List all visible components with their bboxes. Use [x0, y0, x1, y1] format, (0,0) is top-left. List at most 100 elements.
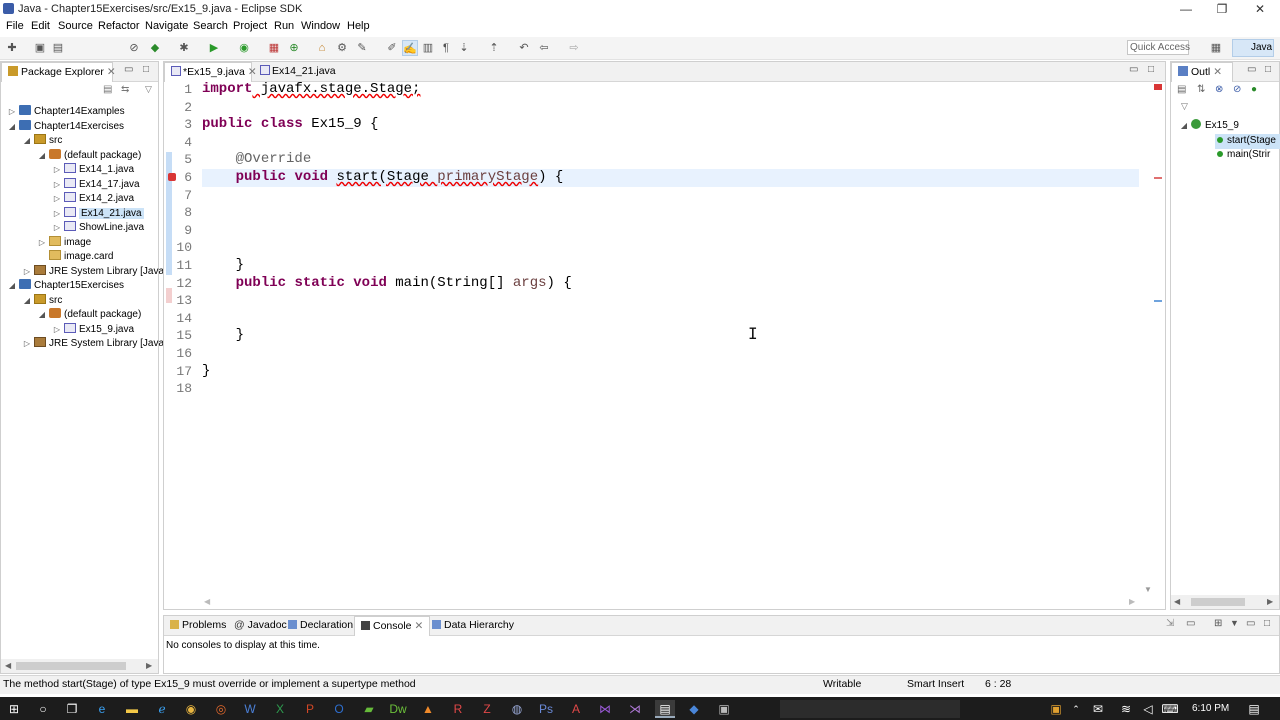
maximize-view-icon[interactable]: □	[1264, 618, 1270, 629]
collapse-icon[interactable]: ◢	[1179, 119, 1189, 134]
collapse-icon[interactable]: ◢	[37, 149, 47, 164]
outline-class-item[interactable]: ◢ Ex15_9	[1179, 119, 1239, 134]
display-console-icon[interactable]: ▭	[1186, 618, 1195, 629]
expand-icon[interactable]: ▷	[52, 207, 62, 222]
close-icon[interactable]: ✕	[1213, 66, 1222, 78]
tree-item-selected[interactable]: ▷ Ex14_21.java	[1, 206, 158, 222]
open-type-icon[interactable]: ⌂	[314, 40, 330, 56]
show-whitespace-icon[interactable]: ¶	[438, 40, 454, 56]
scroll-left-icon[interactable]: ◀	[204, 597, 210, 606]
open-console-icon[interactable]: ⊞	[1214, 618, 1222, 629]
open-perspective-icon[interactable]: ▦	[1208, 40, 1224, 56]
filezilla-icon[interactable]: Z	[477, 700, 497, 718]
save-all-icon[interactable]: ▤	[50, 40, 66, 56]
app-icon[interactable]: ▣	[714, 700, 734, 718]
dreamweaver-icon[interactable]: Dw	[388, 700, 408, 718]
expand-icon[interactable]: ▷	[52, 221, 62, 236]
search-icon[interactable]: ✎	[354, 40, 370, 56]
firefox-icon[interactable]: ◎	[211, 700, 231, 718]
scrollbar-thumb[interactable]	[16, 662, 126, 670]
tree-item[interactable]: ▷ Ex14_2.java	[1, 192, 158, 207]
menu-refactor[interactable]: Refactor	[98, 20, 140, 32]
cortana-search-icon[interactable]: ○	[33, 700, 53, 718]
error-overview-line-marker[interactable]	[1154, 177, 1162, 179]
outline-member[interactable]: main(Strir	[1215, 148, 1280, 163]
menu-navigate[interactable]: Navigate	[145, 20, 188, 32]
eclipse-taskbar-icon[interactable]: ▤	[655, 700, 675, 718]
tab-console[interactable]: Console ✕	[354, 616, 431, 636]
scroll-right-icon[interactable]: ▶	[146, 661, 152, 670]
back-icon[interactable]: ⇦	[536, 40, 552, 56]
collapse-icon[interactable]: ◢	[7, 279, 17, 294]
horizontal-scrollbar[interactable]: ◀ ▶	[1, 659, 158, 673]
tree-item[interactable]: ▷ Ex14_17.java	[1, 177, 158, 193]
keyboard-icon[interactable]: ⌨	[1160, 700, 1180, 718]
vs-code-icon[interactable]: ⋊	[625, 700, 645, 718]
internet-explorer-icon[interactable]: ℯ	[152, 700, 172, 718]
wifi-icon[interactable]: ≋	[1116, 700, 1136, 718]
show-hidden-icons-icon[interactable]: ⌃	[1066, 700, 1086, 718]
previous-annotation-icon[interactable]: ⇡	[486, 40, 502, 56]
expand-icon[interactable]: ▷	[22, 265, 32, 280]
notepadpp-icon[interactable]: ▰	[359, 700, 379, 718]
maximize-view-icon[interactable]: □	[1148, 64, 1154, 75]
excel-icon[interactable]: X	[270, 700, 290, 718]
tab-problems[interactable]: Problems	[164, 616, 232, 636]
expand-icon[interactable]: ▷	[52, 323, 62, 338]
tree-item[interactable]: ▷ Ex15_9.java	[1, 322, 158, 338]
view-menu-icon[interactable]: ▽	[1181, 101, 1188, 112]
forward-icon[interactable]: ⇨	[566, 40, 582, 56]
new-java-project-icon[interactable]: ◆	[147, 40, 163, 56]
tab-ex14-21[interactable]: Ex14_21.java	[254, 62, 336, 82]
menu-source[interactable]: Source	[58, 20, 93, 32]
link-with-editor-icon[interactable]: ⇆	[121, 84, 129, 95]
collapse-icon[interactable]: ◢	[22, 294, 32, 309]
tree-item[interactable]: ▷ Chapter14Examples	[1, 105, 158, 120]
java-perspective-button[interactable]: Java	[1232, 39, 1274, 57]
menu-project[interactable]: Project	[233, 20, 267, 32]
error-overview-marker[interactable]	[1154, 84, 1162, 90]
minimize-view-icon[interactable]: ▭	[1246, 618, 1255, 629]
tree-item[interactable]: ◢ src	[1, 293, 158, 309]
collapse-all-icon[interactable]: ▤	[103, 84, 112, 95]
restore-button[interactable]: ❐	[1204, 0, 1240, 18]
tab-outline[interactable]: Outl ✕	[1171, 62, 1233, 82]
tab-declaration[interactable]: Declaration	[282, 616, 359, 636]
open-task-icon[interactable]: ⚙	[334, 40, 350, 56]
skip-breakpoints-icon[interactable]: ⊘	[126, 40, 142, 56]
minimize-view-icon[interactable]: ▭	[1247, 64, 1256, 75]
menu-run[interactable]: Run	[274, 20, 294, 32]
expand-icon[interactable]: ▷	[37, 236, 47, 251]
collapse-all-icon[interactable]: ▤	[1177, 84, 1186, 95]
scrollbar-thumb[interactable]	[1191, 598, 1245, 606]
volume-icon[interactable]: ◁	[1138, 700, 1158, 718]
scroll-down-icon[interactable]: ▼	[1144, 585, 1152, 594]
hide-non-public-icon[interactable]: ●	[1251, 84, 1257, 95]
menu-window[interactable]: Window	[301, 20, 340, 32]
new-class-icon[interactable]: ⊕	[286, 40, 302, 56]
tree-item[interactable]: ▷ JRE System Library [JavaS	[1, 337, 171, 352]
menu-search[interactable]: Search	[193, 20, 228, 32]
outline-member-selected[interactable]: start(Stage	[1215, 134, 1280, 149]
collapse-icon[interactable]: ◢	[22, 134, 32, 149]
menu-help[interactable]: Help	[347, 20, 370, 32]
close-icon[interactable]: ✕	[107, 66, 116, 78]
tree-item[interactable]: image.card	[1, 250, 158, 265]
horizontal-scrollbar[interactable]: ◀ ▶	[1171, 595, 1279, 609]
tree-item[interactable]: ▷ JRE System Library [JavaS	[1, 264, 171, 280]
tree-item[interactable]: ▷ ShowLine.java	[1, 221, 158, 236]
powerpoint-icon[interactable]: P	[300, 700, 320, 718]
scroll-right-icon[interactable]: ▶	[1267, 597, 1273, 606]
quick-access-input[interactable]: Quick Access	[1127, 40, 1190, 55]
hide-static-icon[interactable]: ⊘	[1233, 84, 1241, 95]
expand-icon[interactable]: ▷	[7, 105, 17, 120]
external-tools-icon[interactable]: ▦	[266, 40, 282, 56]
tree-item[interactable]: ◢ src	[1, 134, 158, 149]
tab-ex15-9[interactable]: *Ex15_9.java ✕	[164, 62, 257, 82]
new-icon[interactable]: ✚	[4, 40, 20, 56]
visual-studio-icon[interactable]: ⋈	[595, 700, 615, 718]
debug-icon[interactable]: ✱	[176, 40, 192, 56]
view-menu-icon[interactable]: ▼	[1230, 618, 1239, 628]
close-button[interactable]: ✕	[1242, 0, 1278, 18]
tab-data-hierarchy[interactable]: Data Hierarchy	[426, 616, 520, 636]
